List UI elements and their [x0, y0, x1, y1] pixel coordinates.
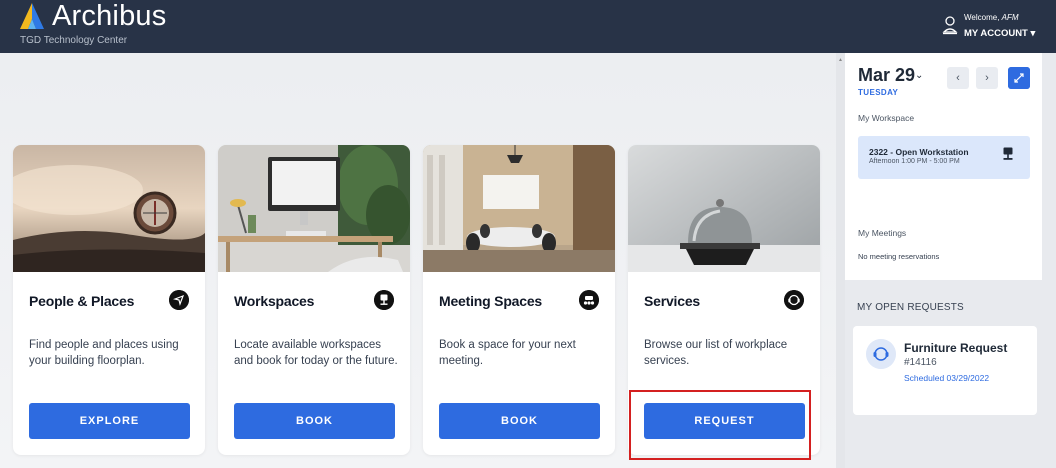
- chevron-down-icon[interactable]: ⌄: [915, 70, 923, 81]
- site-name[interactable]: TGD Technology Center: [20, 35, 127, 46]
- user-name: AFM: [1001, 13, 1019, 22]
- selected-date[interactable]: Mar 29: [858, 65, 915, 86]
- workspace-time: Afternoon 1:00 PM - 5:00 PM: [869, 158, 960, 165]
- service-headset-icon: [784, 290, 804, 310]
- my-account-menu[interactable]: MY ACCOUNT ▾: [964, 28, 1035, 39]
- card-people-places: People & Places Find people and places u…: [13, 145, 205, 455]
- book-meeting-button[interactable]: BOOK: [439, 403, 600, 439]
- card-title: Workspaces: [234, 293, 315, 309]
- welcome-text: Welcome, AFM: [964, 13, 1019, 22]
- card-meeting-spaces: Meeting Spaces Book a space for your nex…: [423, 145, 615, 455]
- workspace-desk-image: [218, 145, 410, 272]
- prev-day-button[interactable]: ‹: [947, 67, 969, 89]
- card-description: Find people and places using your buildi…: [29, 339, 179, 367]
- card-description: Book a space for your next meeting.: [439, 339, 576, 367]
- meeting-room-image: [423, 145, 615, 272]
- card-workspaces: Workspaces Locate available workspaces a…: [218, 145, 410, 455]
- card-description: Browse our list of workplace services.: [644, 339, 788, 367]
- explore-button[interactable]: EXPLORE: [29, 403, 190, 439]
- next-day-button[interactable]: ›: [976, 67, 998, 89]
- workstation-icon: [1003, 147, 1013, 160]
- brand-name: Archibus: [52, 0, 167, 32]
- my-meetings-label: My Meetings: [858, 228, 907, 238]
- request-button-highlight: [629, 390, 811, 460]
- request-number: #14116: [904, 357, 937, 368]
- scroll-up-icon[interactable]: ▲: [838, 57, 843, 63]
- request-status: Scheduled 03/29/2022: [904, 373, 990, 383]
- book-workspace-button[interactable]: BOOK: [234, 403, 395, 439]
- navigate-arrow-icon: [169, 290, 189, 310]
- service-bell-image: [628, 145, 820, 272]
- no-meetings-text: No meeting reservations: [858, 252, 940, 261]
- archibus-logo-icon: [20, 3, 44, 29]
- card-title: Services: [644, 293, 701, 309]
- card-description: Locate available workspaces and book for…: [234, 339, 398, 367]
- my-workspace-label: My Workspace: [858, 113, 915, 123]
- workstation-icon: [374, 290, 394, 310]
- open-requests-heading: MY OPEN REQUESTS: [857, 302, 964, 313]
- compass-image: [13, 145, 205, 272]
- request-title[interactable]: Furniture Request: [904, 341, 1007, 355]
- user-icon[interactable]: [942, 15, 958, 35]
- expand-icon[interactable]: [1008, 67, 1030, 89]
- workspace-title: 2322 - Open Workstation: [869, 147, 969, 157]
- scrollbar[interactable]: [836, 53, 845, 468]
- card-title: People & Places: [29, 293, 135, 309]
- weekday-label: TUESDAY: [858, 88, 899, 97]
- card-title: Meeting Spaces: [439, 293, 543, 309]
- service-headset-icon: [866, 339, 896, 369]
- meeting-table-icon: [579, 290, 599, 310]
